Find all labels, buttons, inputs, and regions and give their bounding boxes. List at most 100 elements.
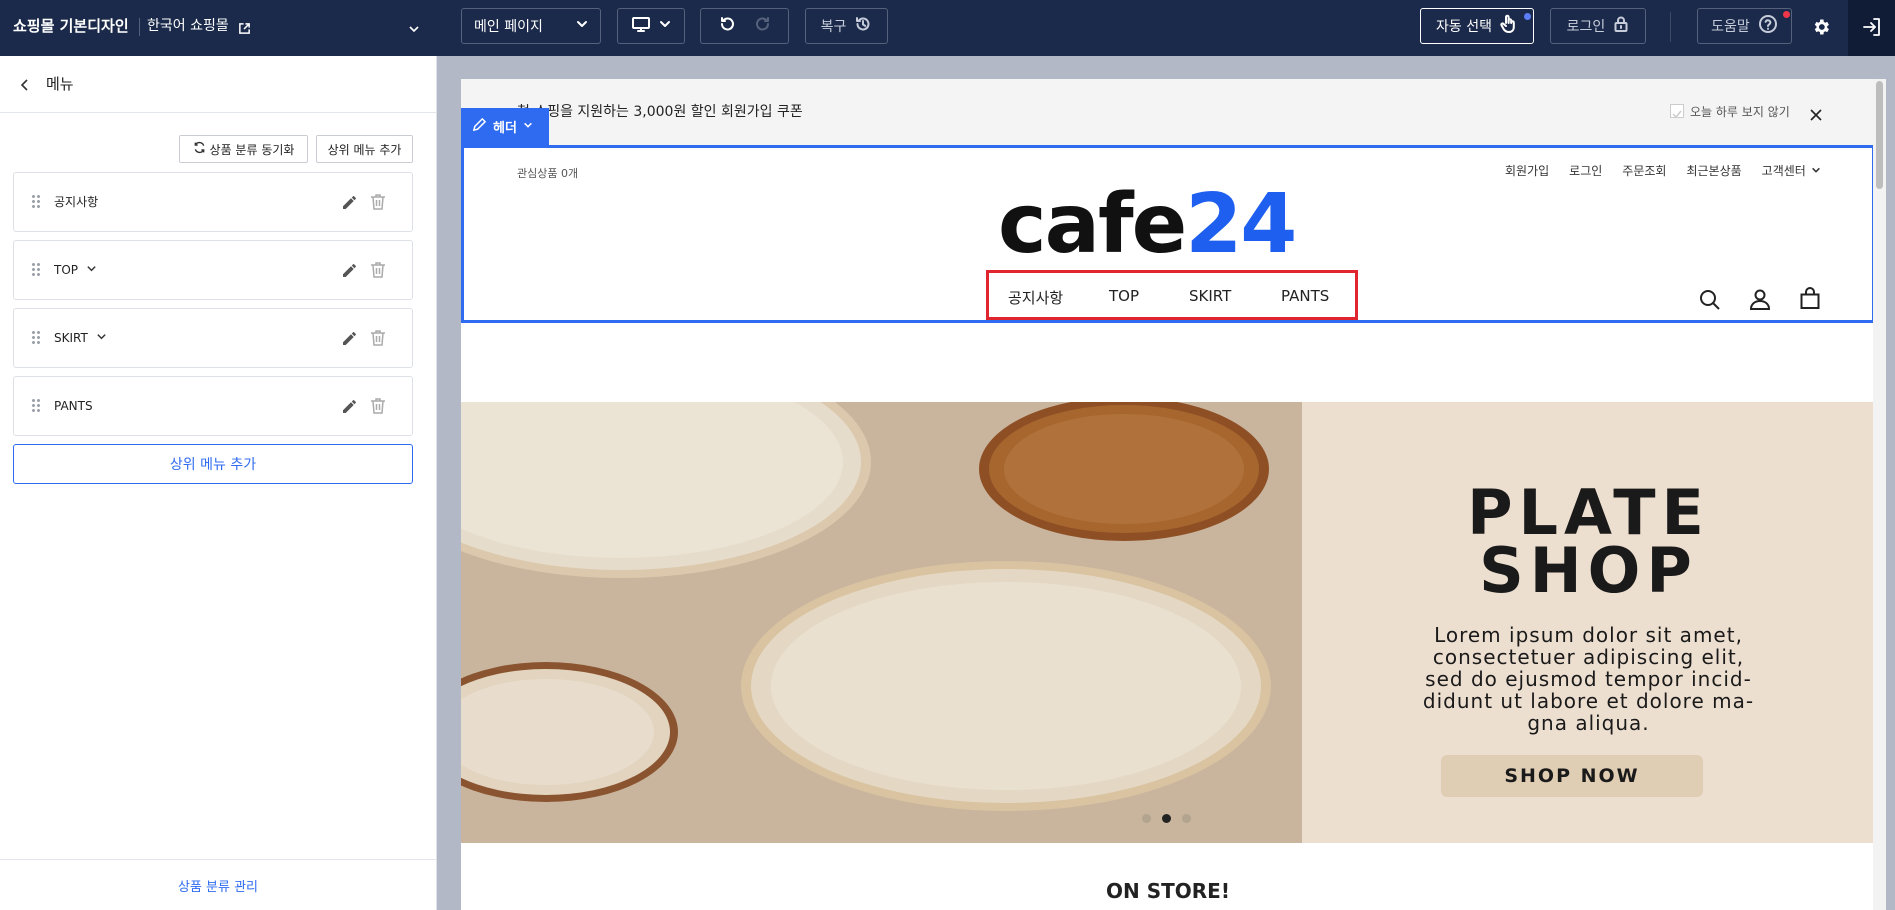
util-link-support[interactable]: 고객센터 bbox=[1762, 162, 1806, 179]
back-chevron-icon[interactable] bbox=[18, 77, 32, 96]
pencil-edit-icon[interactable] bbox=[340, 260, 360, 284]
util-link-login[interactable]: 로그인 bbox=[1569, 162, 1602, 179]
banner-body-line: Lorem ipsum dolor sit amet, bbox=[1434, 623, 1743, 647]
header-section-tag[interactable]: 헤더 bbox=[461, 108, 549, 145]
category-manage-link[interactable]: 상품 분류 관리 bbox=[0, 859, 436, 910]
pencil-edit-icon[interactable] bbox=[340, 396, 360, 420]
section-title: ON STORE! bbox=[1106, 879, 1230, 903]
redo-icon[interactable] bbox=[754, 15, 772, 37]
device-select[interactable] bbox=[617, 8, 685, 44]
add-top-menu-small-label: 상위 메뉴 추가 bbox=[327, 142, 402, 157]
user-account-icon[interactable] bbox=[1748, 287, 1772, 315]
trash-icon[interactable] bbox=[369, 192, 387, 216]
auto-select-indicator-dot bbox=[1524, 13, 1531, 20]
trash-icon[interactable] bbox=[369, 396, 387, 420]
settings-gear-icon[interactable] bbox=[1811, 17, 1831, 41]
drag-handle-icon[interactable] bbox=[31, 330, 41, 346]
expand-chevron-icon[interactable] bbox=[86, 241, 97, 299]
page-select[interactable]: 메인 페이지 bbox=[461, 8, 601, 44]
external-link-icon[interactable] bbox=[238, 20, 251, 39]
nav-item-notice[interactable]: 공지사항 bbox=[1008, 287, 1063, 308]
promo-hide-checkbox[interactable] bbox=[1670, 104, 1684, 119]
banner-body-line: gna aliqua. bbox=[1527, 711, 1650, 735]
help-button[interactable]: 도움말 bbox=[1697, 8, 1792, 44]
design-title: 쇼핑몰 기본디자인 bbox=[13, 17, 129, 35]
slide-dot[interactable] bbox=[1182, 814, 1191, 823]
chevron-down-icon bbox=[659, 18, 671, 34]
logo-text-cafe: cafe bbox=[998, 177, 1187, 272]
menu-item-label: SKIRT bbox=[54, 309, 107, 367]
category-manage-label: 상품 분류 관리 bbox=[177, 879, 259, 895]
promo-text[interactable]: 첫 쇼핑을 지원하는 3,000원 할인 회원가입 쿠폰 bbox=[517, 79, 803, 145]
nav-item-pants[interactable]: PANTS bbox=[1281, 287, 1329, 305]
utility-links: 회원가입 로그인 주문조회 최근본상품 고객센터 bbox=[1505, 162, 1820, 179]
expand-chevron-icon[interactable] bbox=[96, 309, 107, 367]
shop-name-link[interactable]: 한국어 쇼핑몰 bbox=[147, 0, 229, 56]
chevron-down-icon bbox=[523, 119, 533, 134]
trash-icon[interactable] bbox=[369, 328, 387, 352]
nav-item-skirt[interactable]: SKIRT bbox=[1189, 287, 1231, 305]
slide-dot[interactable] bbox=[1142, 814, 1151, 823]
trash-icon[interactable] bbox=[369, 260, 387, 284]
drag-handle-icon[interactable] bbox=[31, 194, 41, 210]
nav-item-top[interactable]: TOP bbox=[1109, 287, 1139, 305]
login-label: 로그인 bbox=[1566, 19, 1606, 35]
restore-label: 복구 bbox=[820, 19, 847, 35]
page-select-value: 메인 페이지 bbox=[474, 19, 543, 35]
banner-title: PLATE SHOP bbox=[1302, 482, 1875, 607]
main-banner[interactable]: PLATE SHOP Lorem ipsum dolor sit amet, c… bbox=[461, 402, 1875, 843]
shop-chevron-down-icon[interactable] bbox=[408, 20, 420, 39]
logo-text-24: 24 bbox=[1185, 177, 1297, 272]
add-top-menu-button[interactable]: 상위 메뉴 추가 bbox=[13, 444, 413, 484]
menu-item-top[interactable]: TOP bbox=[13, 240, 413, 300]
undo-icon[interactable] bbox=[718, 15, 736, 37]
shopping-bag-icon[interactable] bbox=[1798, 286, 1822, 314]
menu-item-label: 공지사항 bbox=[54, 173, 98, 231]
cafe24-logo[interactable]: cafe24 bbox=[998, 184, 1297, 266]
sync-category-label: 상품 분류 동기화 bbox=[209, 142, 295, 157]
close-icon[interactable] bbox=[1810, 106, 1822, 125]
banner-body-line: consectetuer adipiscing elit, bbox=[1432, 645, 1745, 669]
pencil-edit-icon[interactable] bbox=[340, 192, 360, 216]
menu-item-pants[interactable]: PANTS bbox=[13, 376, 413, 436]
sync-icon bbox=[193, 141, 206, 157]
util-link-order[interactable]: 주문조회 bbox=[1622, 162, 1666, 179]
banner-text-panel: PLATE SHOP Lorem ipsum dolor sit amet, c… bbox=[1302, 402, 1875, 843]
exit-button[interactable] bbox=[1848, 0, 1895, 56]
top-toolbar: 쇼핑몰 기본디자인 한국어 쇼핑몰 메인 페이지 복구 자동 선택 로그인 도움… bbox=[0, 0, 1895, 56]
sync-category-button[interactable]: 상품 분류 동기화 bbox=[179, 135, 308, 163]
login-button[interactable]: 로그인 bbox=[1550, 8, 1646, 44]
pencil-edit-icon[interactable] bbox=[340, 328, 360, 352]
chevron-down-icon bbox=[576, 18, 588, 34]
banner-body-line: sed do ejusmod tempor incid- bbox=[1425, 667, 1752, 691]
plates-photo bbox=[461, 402, 1302, 843]
banner-title-line2: SHOP bbox=[1479, 534, 1698, 607]
preview-scrollbar-thumb[interactable] bbox=[1876, 81, 1883, 189]
menu-item-text: PANTS bbox=[54, 399, 93, 413]
add-top-menu-small-button[interactable]: 상위 메뉴 추가 bbox=[316, 135, 413, 163]
auto-select-label: 자동 선택 bbox=[1436, 19, 1492, 35]
menu-item-notice[interactable]: 공지사항 bbox=[13, 172, 413, 232]
slide-dot-active[interactable] bbox=[1162, 814, 1171, 823]
drag-handle-icon[interactable] bbox=[31, 262, 41, 278]
menu-item-text: TOP bbox=[54, 263, 79, 277]
search-icon[interactable] bbox=[1698, 288, 1722, 316]
banner-body-line: didunt ut labore et dolore ma- bbox=[1422, 689, 1755, 713]
toolbar-divider bbox=[1670, 12, 1671, 42]
auto-select-button[interactable]: 자동 선택 bbox=[1420, 8, 1534, 44]
wishlist-count[interactable]: 관심상품 0개 bbox=[517, 165, 578, 181]
undo-redo-group bbox=[700, 8, 789, 44]
preview-scrollbar[interactable] bbox=[1873, 79, 1886, 910]
add-top-menu-label: 상위 메뉴 추가 bbox=[169, 457, 257, 473]
shop-now-label: SHOP NOW bbox=[1504, 765, 1640, 787]
title-divider bbox=[139, 18, 140, 36]
restore-button[interactable]: 복구 bbox=[805, 8, 888, 44]
shop-now-button[interactable]: SHOP NOW bbox=[1441, 755, 1703, 797]
drag-handle-icon[interactable] bbox=[31, 398, 41, 414]
sidebar-title: 메뉴 bbox=[46, 75, 74, 93]
menu-item-skirt[interactable]: SKIRT bbox=[13, 308, 413, 368]
menu-item-label: PANTS bbox=[54, 377, 93, 435]
util-link-recent[interactable]: 최근본상품 bbox=[1686, 162, 1741, 179]
promo-hide-label: 오늘 하루 보지 않기 bbox=[1690, 105, 1790, 119]
util-link-join[interactable]: 회원가입 bbox=[1505, 162, 1549, 179]
